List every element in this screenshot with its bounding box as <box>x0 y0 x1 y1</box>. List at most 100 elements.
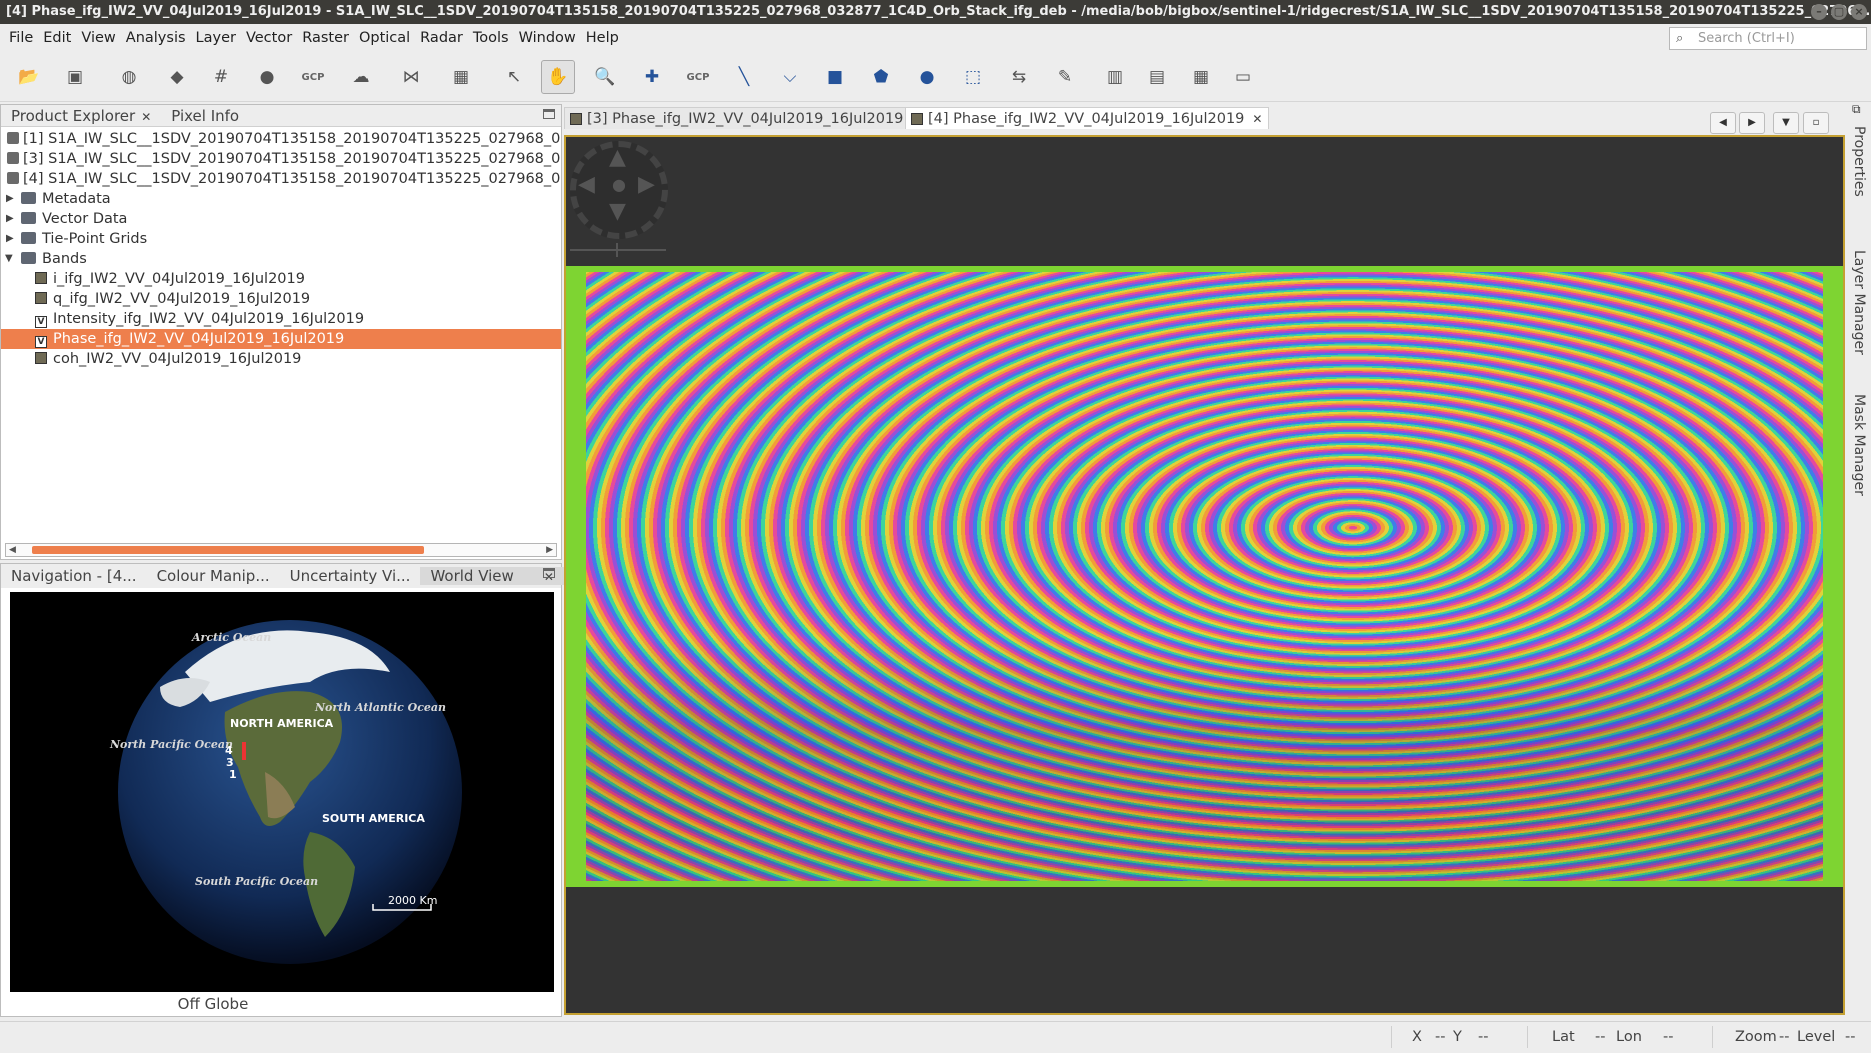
tab-navigation[interactable]: Navigation - [4... <box>1 567 147 585</box>
tile-single-icon[interactable]: ▭ <box>1226 60 1260 94</box>
maximize-view-button[interactable]: ▫ <box>1803 112 1829 134</box>
close-button[interactable]: × <box>1851 4 1867 20</box>
menu-view[interactable]: View <box>76 30 120 46</box>
rectangle-draw-icon[interactable]: ■ <box>818 60 852 94</box>
open-product-icon[interactable]: 📂 <box>12 60 46 94</box>
close-icon[interactable]: ✕ <box>141 110 151 124</box>
gcp-placing-icon[interactable]: GCP <box>681 60 715 94</box>
pencil-icon[interactable]: ✎ <box>1048 60 1082 94</box>
expand-icon[interactable]: ▶ <box>6 209 14 229</box>
menu-tools[interactable]: Tools <box>468 30 514 46</box>
tile-horizontal-icon[interactable]: ▥ <box>1098 60 1132 94</box>
pan-tool-icon[interactable]: ✋ <box>541 60 575 94</box>
tabs-dropdown-button[interactable]: ▼ <box>1773 112 1799 134</box>
label-north-america: NORTH AMERICA <box>230 717 334 730</box>
scrollbar-thumb[interactable] <box>32 546 424 554</box>
tile-vertical-icon[interactable]: ▤ <box>1140 60 1174 94</box>
folder-icon <box>21 212 36 224</box>
filtered-band-icon[interactable]: ◆ <box>160 60 194 94</box>
pin-placing-icon[interactable]: ✚ <box>635 60 669 94</box>
gcp-tool-icon[interactable]: GCP <box>296 60 330 94</box>
status-lon-value: -- <box>1663 1029 1674 1045</box>
scroll-right-icon[interactable]: ▶ <box>546 544 553 556</box>
tab-image-3-phase[interactable]: [3] Phase_ifg_IW2_VV_04Jul2019_16Jul2019… <box>564 107 929 129</box>
navigation-compass-icon[interactable]: ▲ ▼ ◀ ▶ ● <box>570 141 668 239</box>
expand-icon[interactable]: ▶ <box>6 189 14 209</box>
status-lon-label: Lon <box>1616 1029 1642 1045</box>
scroll-tabs-right-button[interactable]: ▶ <box>1739 112 1765 134</box>
tree-folder-vector-data[interactable]: ▶ Vector Data <box>1 209 561 229</box>
menu-optical[interactable]: Optical <box>354 30 415 46</box>
tree-band-intensity[interactable]: V Intensity_ifg_IW2_VV_04Jul2019_16Jul201… <box>1 309 561 329</box>
graticule-icon[interactable]: # <box>204 60 238 94</box>
select-tool-icon[interactable]: ↖ <box>497 60 531 94</box>
product-footprint-marker <box>242 742 246 760</box>
tile-grid-icon[interactable]: ▦ <box>1184 60 1218 94</box>
menu-vector[interactable]: Vector <box>241 30 297 46</box>
label-north-atlantic-ocean: North Atlantic Ocean <box>314 701 446 714</box>
horizontal-scrollbar[interactable]: ◀ ▶ <box>5 543 557 557</box>
tab-properties[interactable]: Properties <box>1851 126 1867 197</box>
close-icon[interactable]: ✕ <box>1252 112 1268 126</box>
tab-mask-manager[interactable]: Mask Manager <box>1851 394 1867 496</box>
scroll-left-icon[interactable]: ◀ <box>9 544 16 556</box>
menu-help[interactable]: Help <box>581 30 624 46</box>
minimize-button[interactable]: – <box>1811 4 1827 20</box>
folder-icon <box>21 252 36 264</box>
tab-uncertainty-visualisation[interactable]: Uncertainty Vi... <box>280 567 421 585</box>
collapse-icon[interactable]: ▼ <box>5 249 13 269</box>
batch-processing-icon[interactable]: ▦ <box>444 60 478 94</box>
status-zoom-label: Zoom <box>1735 1029 1777 1045</box>
restore-window-icon[interactable]: ⧉ <box>1852 102 1861 117</box>
band-maths-icon[interactable]: ◍ <box>112 60 146 94</box>
tab-colour-manipulation[interactable]: Colour Manip... <box>147 567 280 585</box>
range-finder-icon[interactable]: ⇆ <box>1002 60 1036 94</box>
status-level-label: Level <box>1797 1029 1836 1045</box>
tree-band-phase[interactable]: V Phase_ifg_IW2_VV_04Jul2019_16Jul2019 <box>1 329 561 349</box>
tree-product-1[interactable]: [1] S1A_IW_SLC__1SDV_20190704T135158_201… <box>1 129 561 149</box>
graph-builder-icon[interactable]: ⋈ <box>394 60 428 94</box>
tree-product-4[interactable]: [4] S1A_IW_SLC__1SDV_20190704T135158_201… <box>1 169 561 189</box>
status-zoom-value: -- <box>1779 1029 1790 1045</box>
zoom-tool-icon[interactable]: 🔍 <box>588 60 622 94</box>
polygon-draw-icon[interactable]: ⬟ <box>864 60 898 94</box>
save-product-icon[interactable]: ▣ <box>58 60 92 94</box>
tab-pixel-info[interactable]: Pixel Info <box>161 107 249 125</box>
menu-analysis[interactable]: Analysis <box>121 30 191 46</box>
tab-image-4-phase[interactable]: [4] Phase_ifg_IW2_VV_04Jul2019_16Jul2019… <box>905 107 1270 129</box>
scroll-tabs-left-button[interactable]: ◀ <box>1710 112 1736 134</box>
band-icon <box>35 352 47 364</box>
tree-product-3[interactable]: [3] S1A_IW_SLC__1SDV_20190704T135158_201… <box>1 149 561 169</box>
world-globe-view[interactable]: Arctic Ocean North Atlantic Ocean NORTH … <box>10 592 554 992</box>
time-series-icon[interactable]: ● <box>250 60 284 94</box>
minimize-icon[interactable] <box>543 109 555 119</box>
menu-file[interactable]: File <box>4 30 38 46</box>
tree-folder-bands[interactable]: ▼ Bands <box>1 249 561 269</box>
expand-icon[interactable]: ▶ <box>6 229 14 249</box>
line-draw-icon[interactable]: ╲ <box>727 60 761 94</box>
search-input[interactable]: ⌕ Search (Ctrl+I) <box>1669 27 1867 50</box>
tab-layer-manager[interactable]: Layer Manager <box>1851 250 1867 355</box>
menu-window[interactable]: Window <box>514 30 581 46</box>
menu-layer[interactable]: Layer <box>191 30 241 46</box>
cloud-icon[interactable]: ☁ <box>344 60 378 94</box>
zoom-slider[interactable] <box>570 243 666 257</box>
ellipse-draw-icon[interactable]: ● <box>910 60 944 94</box>
tree-band-q-ifg[interactable]: q_ifg_IW2_VV_04Jul2019_16Jul2019 <box>1 289 561 309</box>
tree-folder-tie-point-grids[interactable]: ▶ Tie-Point Grids <box>1 229 561 249</box>
polyline-draw-icon[interactable]: ⌵ <box>773 60 807 94</box>
image-canvas[interactable] <box>566 266 1843 887</box>
virtual-band-icon: V <box>35 336 47 348</box>
menu-radar[interactable]: Radar <box>415 30 468 46</box>
search-placeholder: Search (Ctrl+I) <box>1698 31 1795 46</box>
image-view[interactable]: ▲ ▼ ◀ ▶ ● <box>564 135 1845 1015</box>
menu-edit[interactable]: Edit <box>38 30 76 46</box>
magic-wand-icon[interactable]: ⬚ <box>956 60 990 94</box>
minimize-icon[interactable] <box>543 568 555 578</box>
tree-folder-metadata[interactable]: ▶ Metadata <box>1 189 561 209</box>
menu-raster[interactable]: Raster <box>297 30 354 46</box>
tree-band-i-ifg[interactable]: i_ifg_IW2_VV_04Jul2019_16Jul2019 <box>1 269 561 289</box>
tab-product-explorer[interactable]: Product Explorer ✕ <box>1 107 161 125</box>
tree-band-coh[interactable]: coh_IW2_VV_04Jul2019_16Jul2019 <box>1 349 561 369</box>
maximize-button[interactable]: ▢ <box>1831 4 1847 20</box>
